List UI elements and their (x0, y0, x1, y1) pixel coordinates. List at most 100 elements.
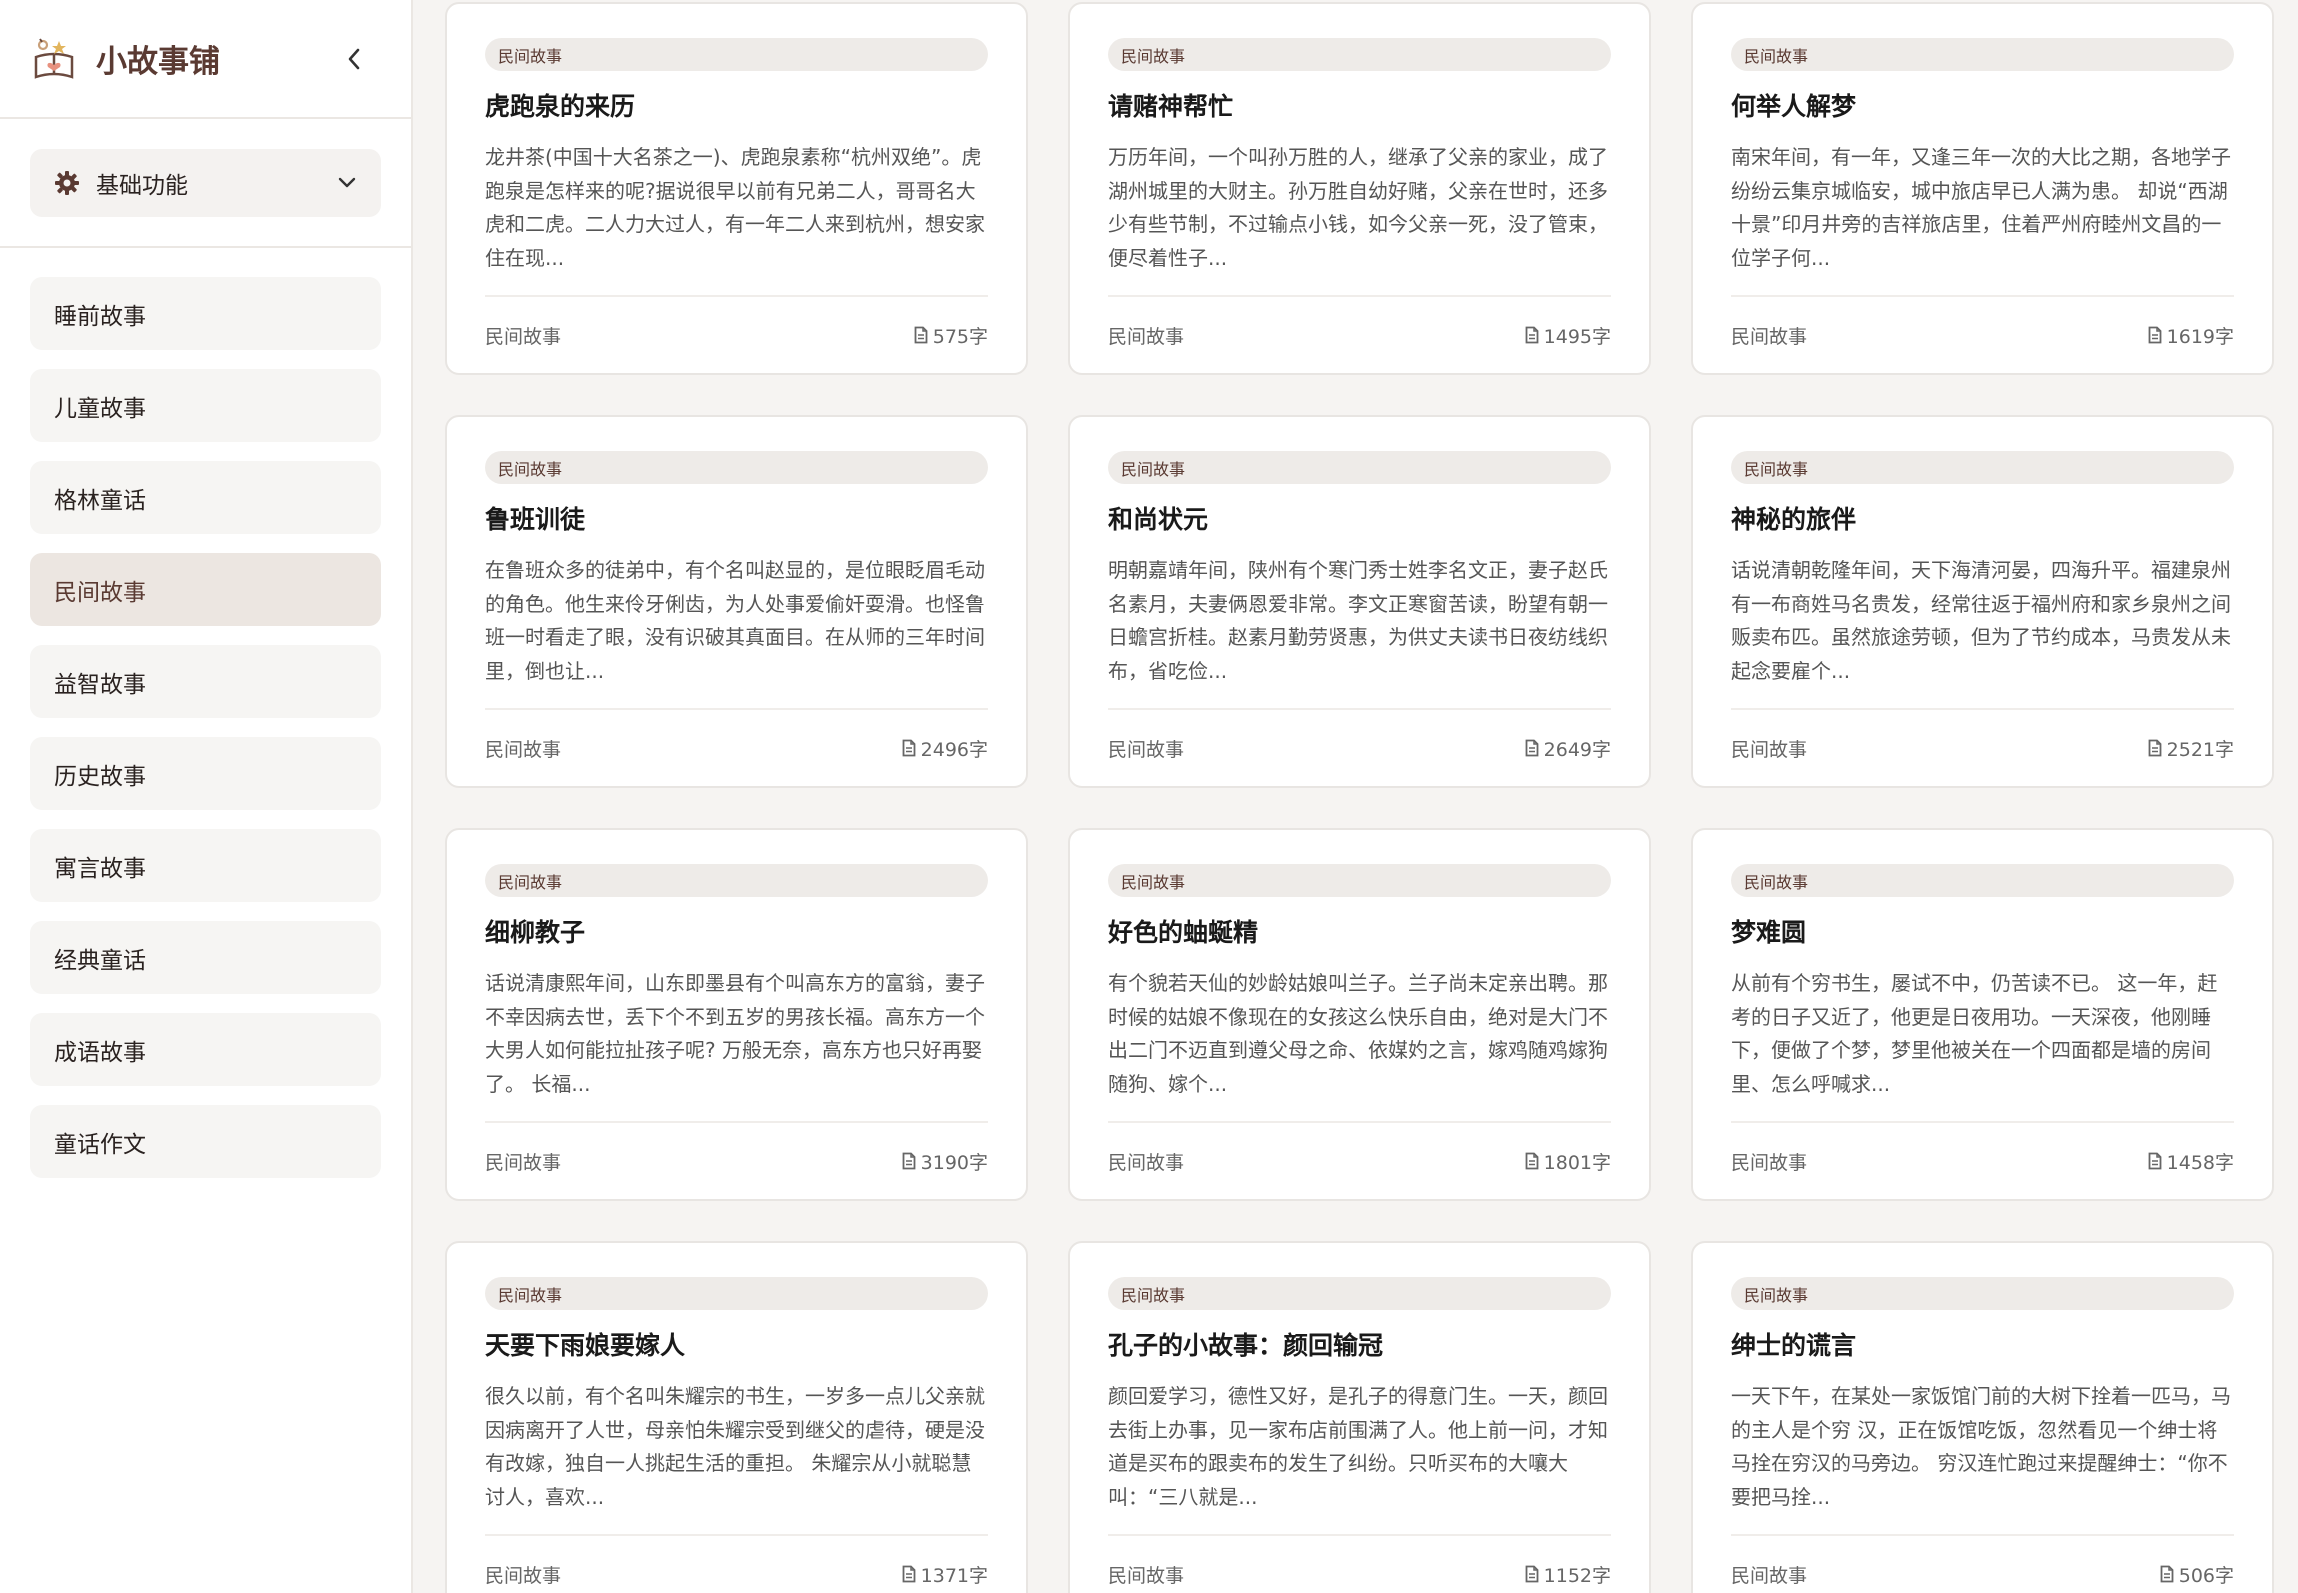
collapse-sidebar-button[interactable] (337, 42, 371, 76)
word-count-value: 3190字 (920, 1151, 988, 1174)
function-select-wrap: 基础功能 (0, 119, 411, 248)
story-title[interactable]: 梦难圆 (1731, 916, 2234, 950)
story-title[interactable]: 天要下雨娘要嫁人 (485, 1329, 988, 1363)
story-excerpt: 明朝嘉靖年间，陕州有个寒门秀士姓李名文正，妻子赵氏名素月，夫妻俩恩爱非常。李文正… (1108, 558, 1608, 683)
sidebar-item[interactable]: 历史故事 (30, 737, 381, 810)
story-card[interactable]: 民间故事 请赌神帮忙 万历年间，一个叫孙万胜的人，继承了父亲的家业，成了湖州城里的大… (1068, 2, 1651, 375)
function-select[interactable]: 基础功能 (30, 149, 381, 217)
word-count-value: 2496字 (920, 738, 988, 761)
card-footer: 民间故事 506字 (1731, 1534, 2234, 1593)
story-card[interactable]: 民间故事梦难圆从前有个穷书生，屡试不中，仍苦读不已。 这一年，赶考的日子又近了，… (1691, 828, 2274, 1201)
story-title[interactable]: 细柳教子 (485, 916, 988, 950)
story-card[interactable]: 民间故事 和尚状元 明朝嘉靖年间，陕州有个寒门秀士姓李名文正，妻子赵氏名素月，夫妻俩… (1068, 415, 1651, 788)
sidebar-item[interactable]: 睡前故事 (30, 277, 381, 350)
document-icon (902, 739, 916, 757)
story-card[interactable]: 民间故事 孔子的小故事：颜回输冠 颜回爱学习，德性又好，是孔子的得意门生。一天，颜回… (1068, 1241, 1651, 1593)
story-excerpt: 从前有个穷书生，屡试不中，仍苦读不已。 这一年，赶考的日子又近了，他更是日夜用功… (1731, 971, 2218, 1096)
story-title[interactable]: 和尚状元 (1108, 503, 1611, 537)
word-count-value: 1619字 (2166, 325, 2234, 348)
gear-icon (55, 171, 79, 195)
sidebar-item[interactable]: 童话作文 (30, 1105, 381, 1178)
document-icon (902, 1152, 916, 1170)
word-count-value: 575字 (932, 325, 988, 348)
story-excerpt: 龙井茶(中国十大名茶之一)、虎跑泉素称“杭州双绝”。虎跑泉是怎样来的呢?据说很早… (485, 145, 985, 270)
story-title[interactable]: 神秘的旅伴 (1731, 503, 2234, 537)
category-tag: 民间故事 (1108, 451, 1611, 484)
card-footer: 民间故事 1495字 (1108, 295, 1611, 373)
word-count: 575字 (914, 322, 988, 349)
word-count-value: 506字 (2178, 1564, 2234, 1587)
story-title[interactable]: 请赌神帮忙 (1108, 90, 1611, 124)
word-count: 1152字 (1525, 1561, 1611, 1588)
story-grid: 民间故事 虎跑泉的来历 龙井茶(中国十大名茶之一)、虎跑泉素称“杭州双绝”。虎跑泉是… (445, 2, 2274, 1593)
card-footer: 民间故事 1801字 (1108, 1121, 1611, 1199)
sidebar-item[interactable]: 益智故事 (30, 645, 381, 718)
story-title[interactable]: 好色的蚰蜒精 (1108, 916, 1611, 950)
story-category: 民间故事 (485, 1564, 562, 1587)
card-footer: 民间故事 1458字 (1731, 1121, 2234, 1199)
story-card[interactable]: 民间故事 天要下雨娘要嫁人 很久以前，有个名叫朱耀宗的书生，一岁多一点儿父亲就因病离… (445, 1241, 1028, 1593)
card-footer: 民间故事 1619字 (1731, 295, 2234, 373)
story-category: 民间故事 (485, 1151, 562, 1174)
story-category: 民间故事 (1108, 1564, 1185, 1587)
word-count-value: 1801字 (1543, 1151, 1611, 1174)
story-excerpt: 一天下午，在某处一家饭馆门前的大树下拴着一匹马，马的主人是个穷 汉，正在饭馆吃饭… (1731, 1384, 2231, 1509)
word-count: 3190字 (902, 1148, 988, 1175)
story-card[interactable]: 民间故事 鲁班训徒 在鲁班众多的徒弟中，有个名叫赵显的，是位眼眨眉毛动的角色。他生来… (445, 415, 1028, 788)
story-category: 民间故事 (1108, 738, 1185, 761)
document-icon (2148, 739, 2162, 757)
word-count-value: 2521字 (2166, 738, 2234, 761)
category-tag: 民间故事 (485, 451, 988, 484)
document-icon (2148, 326, 2162, 344)
sidebar-item[interactable]: 寓言故事 (30, 829, 381, 902)
brand-header: 小故事铺 (0, 0, 411, 119)
story-category: 民间故事 (485, 738, 562, 761)
sidebar-item[interactable]: 民间故事 (30, 553, 381, 626)
document-icon (1525, 1152, 1539, 1170)
story-card[interactable]: 民间故事 绅士的谎言一天下午，在某处一家饭馆门前的大树下拴着一匹马，马的主人是个穷… (1691, 1241, 2274, 1593)
sidebar: 小故事铺 基础功能 睡前故事 儿童故事 格林童话 民间故事 益智故事 历史故事 … (0, 0, 413, 1593)
app-root: 小故事铺 基础功能 睡前故事 儿童故事 格林童话 民间故事 益智故事 历史故事 … (0, 0, 2298, 1593)
card-footer: 民间故事 3190字 (485, 1121, 988, 1199)
story-title[interactable]: 孔子的小故事：颜回输冠 (1108, 1329, 1611, 1363)
category-tag: 民间故事 (485, 864, 988, 897)
story-card[interactable]: 民间故事 何举人解梦 南宋年间，有一年，又逢三年一次的大比之期，各地学子纷纷云集京城… (1691, 2, 2274, 375)
word-count-value: 1458字 (2166, 1151, 2234, 1174)
story-category: 民间故事 (485, 325, 562, 348)
sidebar-item[interactable]: 格林童话 (30, 461, 381, 534)
category-tag: 民间故事 (1731, 864, 2234, 897)
story-title[interactable]: 绅士的谎言 (1731, 1329, 2234, 1363)
card-footer: 民间故事 1371字 (485, 1534, 988, 1593)
word-count: 2521字 (2148, 735, 2234, 762)
word-count: 506字 (2160, 1561, 2234, 1588)
story-card[interactable]: 民间故事 虎跑泉的来历 龙井茶(中国十大名茶之一)、虎跑泉素称“杭州双绝”。虎跑泉是… (445, 2, 1028, 375)
category-tag: 民间故事 (485, 1277, 988, 1310)
category-tag: 民间故事 (1731, 38, 2234, 71)
document-icon (1525, 1565, 1539, 1583)
sidebar-item[interactable]: 经典童话 (30, 921, 381, 994)
word-count: 2496字 (902, 735, 988, 762)
story-card[interactable]: 民间故事 神秘的旅伴 话说清朝乾隆年间，天下海清河晏，四海升平。福建泉州有一布商姓马… (1691, 415, 2274, 788)
brand-title: 小故事铺 (96, 44, 220, 80)
document-icon (914, 326, 928, 344)
sidebar-item[interactable]: 成语故事 (30, 1013, 381, 1086)
storybook-logo-icon (34, 37, 74, 79)
word-count-value: 1371字 (920, 1564, 988, 1587)
category-tag: 民间故事 (485, 38, 988, 71)
story-category: 民间故事 (1731, 1564, 1808, 1587)
story-category: 民间故事 (1108, 1151, 1185, 1174)
story-card[interactable]: 民间故事 细柳教子 话说清康熙年间，山东即墨县有个叫高东方的富翁，妻子不幸因病去世，… (445, 828, 1028, 1201)
story-excerpt: 话说清朝乾隆年间，天下海清河晏，四海升平。福建泉州有一布商姓马名贵发，经常往返于… (1731, 558, 2231, 683)
story-title[interactable]: 虎跑泉的来历 (485, 90, 988, 124)
function-select-label: 基础功能 (96, 173, 188, 199)
story-card[interactable]: 民间故事 好色的蚰蜒精 有个貌若天仙的妙龄姑娘叫兰子。兰子尚未定亲出聘。那时候的姑娘… (1068, 828, 1651, 1201)
story-title[interactable]: 鲁班训徒 (485, 503, 988, 537)
word-count: 1495字 (1525, 322, 1611, 349)
word-count-value: 2649字 (1543, 738, 1611, 761)
story-title[interactable]: 何举人解梦 (1731, 90, 2234, 124)
sidebar-item[interactable]: 儿童故事 (30, 369, 381, 442)
word-count: 1801字 (1525, 1148, 1611, 1175)
chevron-left-icon (348, 48, 360, 70)
word-count: 1619字 (2148, 322, 2234, 349)
story-category: 民间故事 (1731, 325, 1808, 348)
